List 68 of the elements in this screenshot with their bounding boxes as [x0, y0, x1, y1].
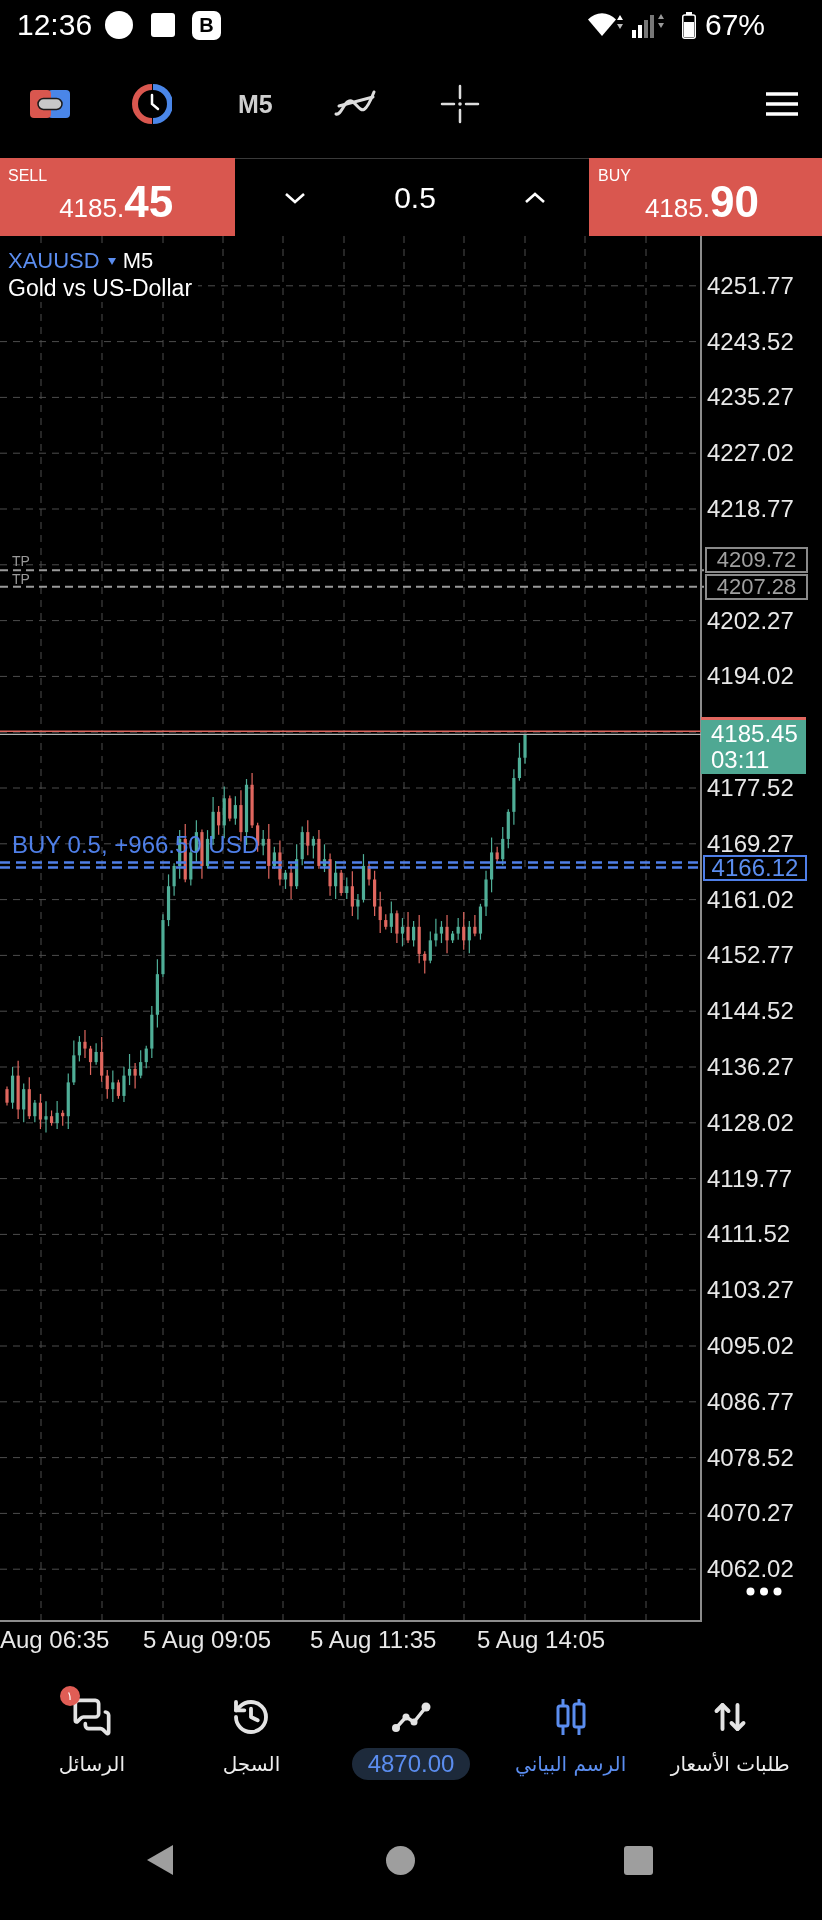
price-axis-label: 4078.52: [707, 1445, 794, 1470]
notification-dot-icon: [105, 11, 134, 39]
position-price-tag: 4166.12: [703, 855, 807, 881]
take-profit-label: TP: [12, 554, 30, 568]
price-axis-label: 4062.02: [707, 1557, 794, 1582]
line-chart-icon: [391, 1701, 431, 1733]
clock-icon[interactable]: [132, 84, 172, 124]
price-axis-label: 4194.02: [707, 664, 794, 689]
current-price: 4185.45: [711, 721, 799, 747]
battery-icon: [681, 11, 696, 39]
price-axis-label: 4161.02: [707, 887, 794, 912]
chat-bubbles-icon: [71, 1697, 112, 1737]
price-axis-label: 4136.27: [707, 1055, 794, 1079]
battery-percent: 67%: [704, 10, 765, 40]
price-axis-label: 4070.27: [707, 1501, 794, 1526]
nav-tab[interactable]: السجل: [171, 1662, 332, 1810]
nav-tab[interactable]: الرسم البياني: [490, 1662, 651, 1810]
price-axis-label: 4095.02: [707, 1334, 794, 1358]
take-profit-price-tag: 4207.28: [705, 573, 808, 600]
signal-icon: [630, 12, 665, 38]
symbol-name[interactable]: XAUUSD: [8, 248, 100, 274]
time-axis-label: Aug 06:35: [0, 1628, 110, 1652]
price-axis-label: 4251.77: [707, 273, 794, 298]
price-axis-label: 4103.27: [707, 1278, 794, 1303]
volume-field[interactable]: 0.5: [394, 182, 436, 213]
menu-icon[interactable]: [765, 91, 799, 117]
timeframe-button[interactable]: M5: [238, 91, 273, 117]
time-axis-label: 5 Aug 14:05: [477, 1628, 606, 1652]
symbol-description: Gold vs US-Dollar: [8, 274, 193, 302]
crosshair-icon[interactable]: [439, 84, 480, 124]
caret-icon[interactable]: [107, 257, 116, 265]
price-axis-label: 4218.77: [707, 497, 794, 521]
time-axis-label: 5 Aug 11:35: [310, 1628, 437, 1652]
time-axis-label: 5 Aug 09:05: [143, 1628, 272, 1652]
price-axis-label: 4235.27: [707, 385, 794, 410]
price-axis-label: 4119.77: [707, 1166, 792, 1191]
price-axis-label: 4144.52: [707, 999, 794, 1024]
notification-square-icon: [151, 13, 176, 37]
price-axis-label: 4243.52: [707, 329, 794, 354]
status-time: 12:36: [17, 10, 93, 40]
price-axis-label: 4111.52: [707, 1222, 791, 1247]
trade-toggle-icon[interactable]: [30, 90, 70, 118]
app-icon: B: [192, 10, 222, 40]
price-axis-label: 4227.02: [707, 441, 794, 466]
nav-tab[interactable]: 4870.00: [331, 1662, 491, 1810]
wifi-icon: [586, 13, 623, 37]
nav-tab[interactable]: طلبات الأسعار: [650, 1662, 810, 1810]
nav-tab[interactable]: ١ الرسائل: [12, 1662, 172, 1810]
unread-badge: ١: [59, 1686, 80, 1706]
more-icon[interactable]: [746, 1587, 782, 1596]
sell-button[interactable]: SELL 4185.45: [0, 158, 235, 236]
price-axis-label: 4086.77: [707, 1389, 794, 1414]
chevron-down-icon[interactable]: [283, 190, 307, 205]
balance-value: 4870.00: [351, 1748, 471, 1780]
price-axis-label: 4169.27: [707, 831, 794, 856]
take-profit-label: TP: [12, 572, 30, 586]
timeframe-label: M5: [122, 248, 154, 274]
price-axis-label: 4202.27: [707, 608, 794, 633]
recents-icon[interactable]: [624, 1845, 653, 1875]
price-axis-label: 4128.02: [707, 1110, 794, 1135]
candle-countdown: 03:11: [711, 747, 771, 773]
take-profit-price-tag: 4209.72: [705, 547, 808, 573]
back-icon[interactable]: [146, 1844, 174, 1876]
price-axis-label: 4152.77: [707, 943, 794, 968]
home-icon[interactable]: [386, 1845, 415, 1875]
price-axis-label: 4177.52: [707, 776, 794, 800]
buy-button[interactable]: BUY 4185.90: [589, 158, 822, 236]
chevron-up-icon[interactable]: [523, 190, 547, 205]
